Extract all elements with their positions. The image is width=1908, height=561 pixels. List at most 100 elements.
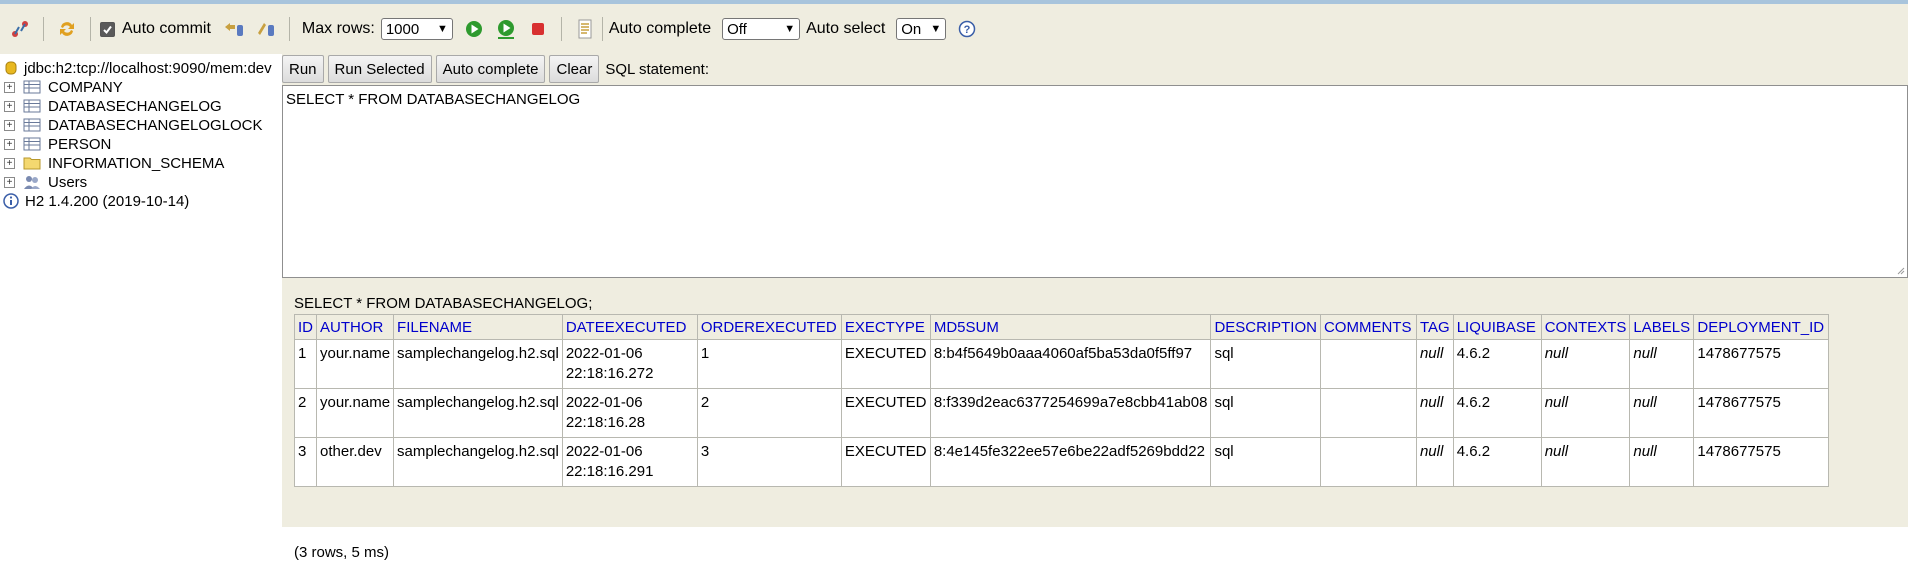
column-header[interactable]: EXECTYPE: [840, 314, 931, 340]
column-header[interactable]: FILENAME: [393, 314, 563, 340]
expand-icon[interactable]: +: [4, 138, 15, 150]
query-panel: Run Run Selected Auto complete Clear SQL…: [282, 54, 1908, 561]
chevron-down-icon: ▼: [784, 23, 796, 35]
tree-item-label: DATABASECHANGELOGLOCK: [48, 116, 263, 134]
checkmark-icon: [103, 25, 112, 34]
toolbar-separator: [90, 17, 91, 41]
run-selected-button[interactable]: Run Selected: [327, 55, 432, 83]
table-cell: null: [1540, 388, 1631, 438]
table-cell: 3: [696, 437, 842, 487]
column-header[interactable]: ID: [294, 314, 317, 340]
auto-commit-checkbox[interactable]: [100, 21, 115, 37]
table-cell: samplechangelog.h2.sql: [393, 339, 563, 389]
commit-icon: [257, 23, 274, 36]
run-selected-icon: [497, 20, 514, 39]
result-table: ID AUTHOR FILENAME DATEEXECUTED ORDEREXE…: [294, 314, 1830, 487]
table-icon: [23, 117, 41, 133]
table-cell: 2: [294, 388, 317, 438]
refresh-button[interactable]: [55, 17, 79, 41]
table-cell: samplechangelog.h2.sql: [393, 388, 563, 438]
expand-icon[interactable]: +: [4, 176, 15, 188]
run-selected-button[interactable]: [494, 17, 518, 41]
folder-icon: [23, 155, 41, 171]
sql-text: SELECT * FROM DATABASECHANGELOG: [286, 91, 581, 108]
toolbar: Auto commit Max rows: 1000 ▼ Auto comple…: [0, 4, 1908, 54]
tree-item-label: INFORMATION_SCHEMA: [48, 154, 225, 172]
result-header-row: ID AUTHOR FILENAME DATEEXECUTED ORDEREXE…: [294, 314, 1830, 340]
table-cell: [1319, 388, 1417, 438]
version-label: H2 1.4.200 (2019-10-14): [25, 192, 190, 210]
clear-button[interactable]: Clear: [549, 55, 600, 83]
table-icon: [23, 79, 41, 95]
rollback-button[interactable]: [222, 17, 246, 41]
table-cell: 2022-01-06 22:18:16.28: [561, 388, 698, 438]
table-cell: 1478677575: [1693, 437, 1830, 487]
table-cell: [1319, 437, 1417, 487]
stop-button[interactable]: [526, 17, 550, 41]
table-cell: null: [1415, 339, 1454, 389]
column-header[interactable]: ORDEREXECUTED: [696, 314, 842, 340]
table-cell: sql: [1210, 339, 1321, 389]
expand-icon[interactable]: +: [4, 81, 15, 93]
tree-version: H2 1.4.200 (2019-10-14): [0, 190, 189, 212]
help-button[interactable]: ?: [955, 17, 979, 41]
auto-complete-button[interactable]: Auto complete: [435, 55, 546, 83]
auto-select-select[interactable]: On ▼: [896, 18, 947, 40]
database-icon: [4, 60, 18, 76]
column-header[interactable]: DATEEXECUTED: [561, 314, 698, 340]
object-tree-panel: jdbc:h2:tcp://localhost:9090/mem:dev + C…: [0, 54, 282, 527]
column-header[interactable]: MD5SUM: [929, 314, 1212, 340]
rollback-icon: [224, 23, 243, 36]
result-query: SELECT * FROM DATABASECHANGELOG;: [294, 295, 593, 312]
expand-icon[interactable]: +: [4, 157, 15, 169]
column-header[interactable]: CONTEXTS: [1540, 314, 1631, 340]
sql-editor[interactable]: SELECT * FROM DATABASECHANGELOG: [282, 85, 1908, 278]
column-header[interactable]: LABELS: [1629, 314, 1695, 340]
table-cell: [1319, 339, 1417, 389]
column-header[interactable]: TAG: [1415, 314, 1454, 340]
resize-grip-icon[interactable]: [1895, 265, 1905, 275]
tree-item-label: DATABASECHANGELOG: [48, 97, 222, 115]
column-header[interactable]: COMMENTS: [1319, 314, 1417, 340]
table-cell: 4.6.2: [1452, 339, 1542, 389]
result-summary: (3 rows, 5 ms): [294, 544, 390, 561]
run-button[interactable]: Run: [282, 55, 324, 83]
table-cell: 2022-01-06 22:18:16.272: [561, 339, 698, 389]
commit-button[interactable]: [254, 17, 278, 41]
column-header[interactable]: LIQUIBASE: [1452, 314, 1542, 340]
expand-icon[interactable]: +: [4, 100, 15, 112]
column-header[interactable]: DEPLOYMENT_ID: [1693, 314, 1830, 340]
table-cell: null: [1415, 437, 1454, 487]
disconnect-button[interactable]: [8, 17, 32, 41]
info-icon: [3, 193, 19, 209]
table-cell: sql: [1210, 388, 1321, 438]
toolbar-separator: [288, 17, 290, 41]
table-cell: 4.6.2: [1452, 437, 1542, 487]
table-cell: 1: [696, 339, 842, 389]
run-button[interactable]: [462, 17, 486, 41]
auto-commit-label: Auto commit: [122, 20, 211, 37]
svg-text:?: ?: [964, 24, 971, 36]
chevron-down-icon: ▼: [436, 23, 448, 35]
auto-complete-select[interactable]: Off ▼: [722, 18, 801, 40]
table-icon: [23, 98, 41, 114]
column-header[interactable]: DESCRIPTION: [1210, 314, 1321, 340]
auto-complete-label: Auto complete: [608, 20, 712, 37]
table-cell: null: [1629, 388, 1695, 438]
max-rows-select[interactable]: 1000 ▼: [380, 18, 453, 40]
expand-icon[interactable]: +: [4, 119, 15, 131]
table-cell: 2: [696, 388, 842, 438]
column-header[interactable]: AUTHOR: [315, 314, 395, 340]
table-cell: your.name: [315, 388, 395, 438]
table-cell: 2022-01-06 22:18:16.291: [561, 437, 698, 487]
table-icon: [23, 136, 41, 152]
tree-item-label: PERSON: [48, 135, 112, 153]
run-icon: [465, 21, 482, 37]
table-cell: 1478677575: [1693, 388, 1830, 438]
table-cell: null: [1629, 339, 1695, 389]
users-icon: [23, 174, 41, 190]
table-cell: EXECUTED: [840, 388, 931, 438]
history-icon: [578, 19, 592, 39]
max-rows-label: Max rows:: [301, 20, 375, 37]
history-button[interactable]: [573, 17, 597, 41]
